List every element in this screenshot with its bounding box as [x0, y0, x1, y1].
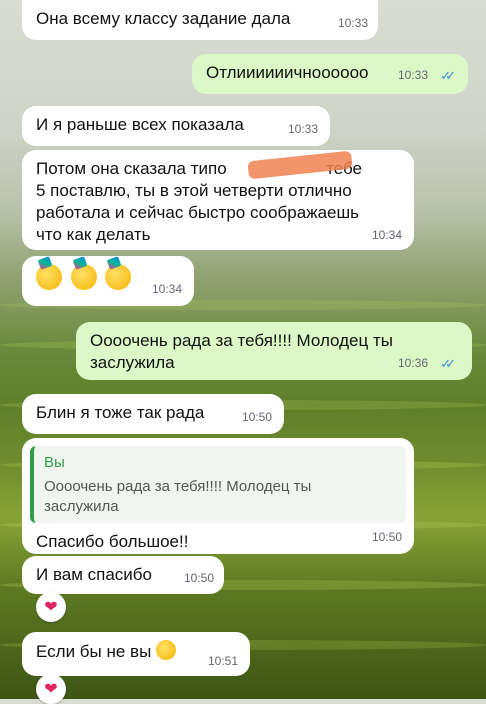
message-text: Спасибо большое!! [36, 532, 189, 551]
message-time: 10:33 [287, 122, 318, 136]
heart-reaction-icon[interactable]: ❤ [36, 592, 66, 622]
message-text: И вам спасибо [36, 565, 152, 584]
message-time: 10:50 [241, 410, 272, 424]
party-face-icon [36, 264, 62, 290]
message-time: 10:33 [337, 16, 368, 30]
heart-reaction-icon[interactable]: ❤ [36, 674, 66, 704]
party-face-icon [105, 264, 132, 290]
quote-line: Оооочень рада за тебя!!!! Молодец ты [44, 478, 312, 495]
message-incoming[interactable]: Если бы не вы 10:51 [22, 632, 250, 676]
message-line: Оооочень рада за тебя!!!! Молодец ты [90, 331, 393, 350]
party-face-icon [70, 264, 97, 290]
message-incoming[interactable]: И я раньше всех показала 10:33 [22, 106, 330, 146]
message-text: И я раньше всех показала [36, 115, 244, 134]
quoted-message[interactable]: Вы Оооочень рада за тебя!!!! Молодец ты … [30, 446, 406, 523]
message-time: 10:51 [207, 654, 238, 668]
message-time: 10:36 [397, 356, 428, 370]
message-incoming[interactable]: 10:34 [22, 256, 194, 306]
message-time: 10:50 [371, 530, 402, 544]
message-line: что как делать [36, 225, 151, 244]
message-text: Отлиииииичноооооо [206, 63, 369, 82]
message-outgoing[interactable]: Отлиииииичноооооо 10:33 ✓✓ [192, 54, 468, 94]
pleading-face-icon [156, 640, 177, 660]
message-incoming[interactable]: Она всему классу задание дала 10:33 [22, 0, 378, 40]
message-incoming[interactable]: Потом она сказала типо тебе 5 поставлю, … [22, 150, 414, 250]
message-incoming[interactable]: И вам спасибо 10:50 [22, 556, 224, 594]
message-text: Блин я тоже так рада [36, 403, 205, 422]
message-text: Она всему классу задание дала [36, 9, 291, 28]
message-time: 10:34 [151, 282, 182, 296]
message-line: 5 поставлю, ты в этой четверти отлично [36, 181, 352, 200]
message-incoming[interactable]: Блин я тоже так рада 10:50 [22, 394, 284, 434]
read-ticks-icon: ✓✓ [440, 68, 456, 83]
quote-line: заслужила [44, 498, 119, 515]
message-text: Потом она сказала типо [36, 159, 227, 178]
quote-author: Вы [44, 454, 65, 471]
message-line: работала и сейчас быстро соображаешь [36, 203, 359, 222]
read-ticks-icon: ✓✓ [440, 356, 456, 371]
message-text: Если бы не вы [36, 642, 152, 661]
message-outgoing[interactable]: Оооочень рада за тебя!!!! Молодец ты зас… [76, 322, 472, 380]
message-incoming-reply[interactable]: Вы Оооочень рада за тебя!!!! Молодец ты … [22, 438, 414, 554]
message-time: 10:34 [371, 228, 402, 242]
message-time: 10:33 [397, 68, 428, 82]
message-time: 10:50 [183, 571, 214, 585]
